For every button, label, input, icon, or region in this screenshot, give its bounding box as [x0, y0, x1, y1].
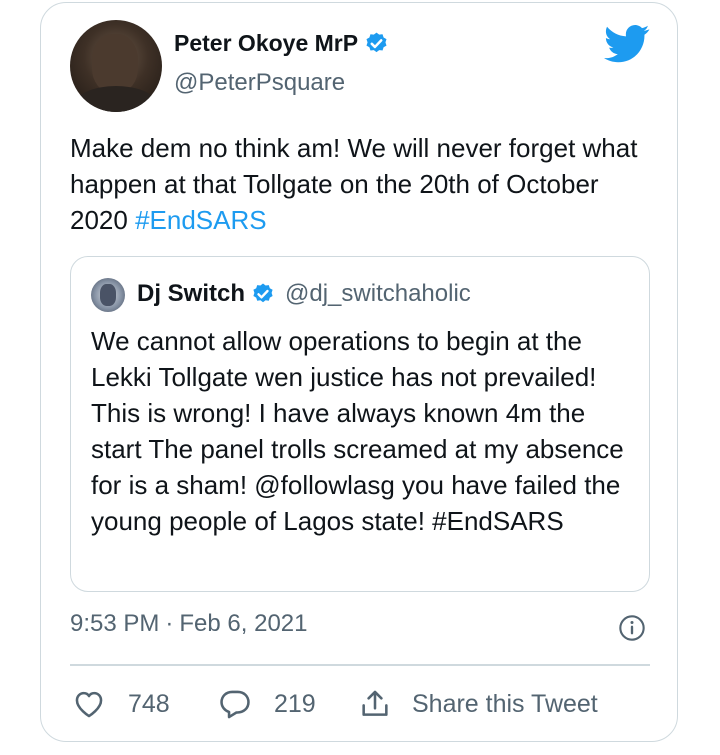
quoted-tweet[interactable]: Dj Switch @dj_switchaholic We cannot all…: [70, 256, 650, 592]
reply-button[interactable]: 219: [218, 687, 316, 721]
separator: ·: [165, 610, 174, 637]
tweet-text: Make dem no think am! We will never forg…: [70, 130, 640, 238]
author-name-row[interactable]: Peter Okoye MrP: [174, 30, 389, 57]
share-icon: [362, 690, 388, 716]
verified-badge-icon: [253, 283, 273, 303]
action-bar: 748 219 Share this Tweet: [70, 684, 650, 724]
quoted-author-name[interactable]: Dj Switch: [137, 280, 245, 308]
quoted-author-handle[interactable]: @dj_switchaholic: [285, 280, 471, 308]
quoted-avatar[interactable]: [91, 278, 125, 312]
share-label: Share this Tweet: [412, 689, 598, 718]
heart-icon: [75, 691, 103, 718]
reply-bubble-icon: [220, 690, 250, 719]
hashtag-link[interactable]: #EndSARS: [135, 205, 267, 235]
share-button[interactable]: Share this Tweet: [358, 687, 598, 721]
like-count: 748: [128, 689, 170, 718]
divider: [70, 664, 650, 666]
author-handle[interactable]: @PeterPsquare: [174, 69, 345, 97]
tweet-timestamp[interactable]: 9:53 PM · Feb 6, 2021: [70, 610, 308, 638]
author-name[interactable]: Peter Okoye MrP: [174, 30, 358, 57]
quoted-author-row: Dj Switch @dj_switchaholic: [137, 280, 471, 308]
info-icon[interactable]: [618, 614, 646, 642]
twitter-bird-icon[interactable]: [604, 24, 650, 64]
avatar[interactable]: [70, 20, 162, 112]
reply-count: 219: [274, 689, 316, 718]
tweet-date: Feb 6, 2021: [179, 610, 308, 637]
quoted-text: We cannot allow operations to begin at t…: [91, 326, 624, 536]
tweet-time: 9:53 PM: [70, 610, 160, 637]
verified-badge-icon: [366, 32, 387, 53]
like-button[interactable]: 748: [72, 687, 170, 721]
